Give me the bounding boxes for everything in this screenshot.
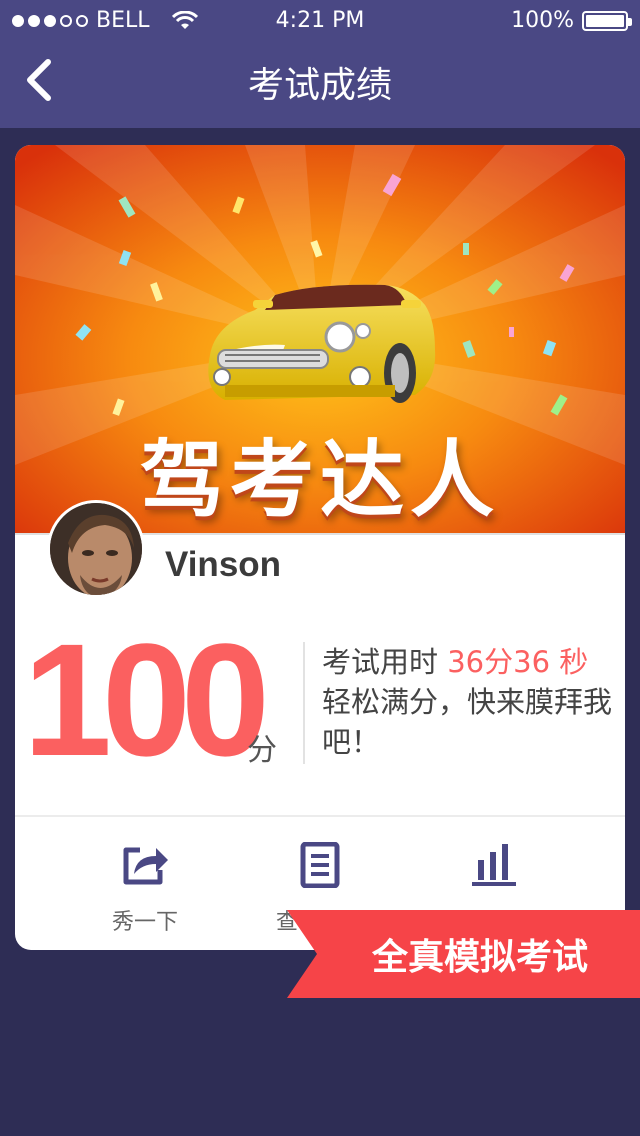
divider [15,815,625,817]
battery-icon [582,10,632,31]
result-card: 驾考达人 Vinson 100 分 考试用时 36分36 秒 轻松满分，快来膜拜… [15,145,625,950]
mock-exam-label: 全真模拟考试 [371,937,588,978]
avatar [47,500,145,598]
time-value: 36分36 秒 [447,645,589,679]
share-icon [123,847,168,885]
page-title: 考试成绩 [247,65,392,106]
ranking-icon [472,844,516,886]
battery-percent: 100% [511,8,574,33]
time-label: 考试用时 [322,645,439,679]
battery-status: 100% [511,8,632,33]
document-icon [300,841,340,889]
username: Vinson [165,545,282,584]
score-unit: 分 [247,733,277,768]
result-message: 轻松满分，快来膜拜我吧！ [322,685,613,759]
share-button[interactable]: 秀一下 [85,842,205,936]
share-label: 秀一下 [111,910,178,935]
user-photo-icon [50,503,142,595]
result-info: 考试用时 36分36 秒 轻松满分，快来膜拜我吧！ [322,642,622,762]
score-value: 100 [23,610,270,789]
top-bar: BELL 4:21 PM 100% 考试成绩 [0,0,640,128]
divider [303,642,305,764]
status-bar: BELL 4:21 PM 100% [0,0,640,40]
